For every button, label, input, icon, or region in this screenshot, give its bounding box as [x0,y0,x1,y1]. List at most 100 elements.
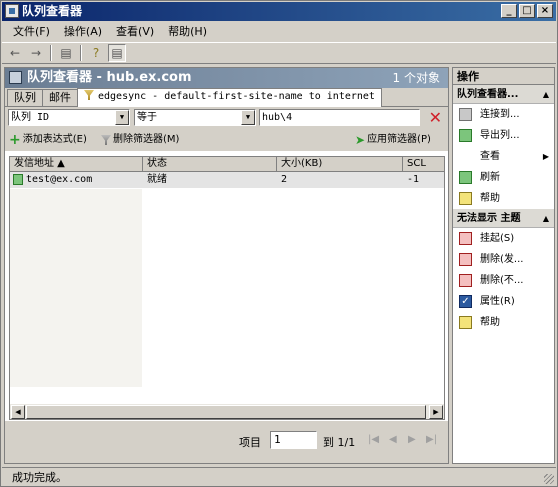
close-button[interactable]: × [537,4,553,18]
actions-section-queue-viewer[interactable]: 队列查看器... ▲ [453,85,554,104]
submenu-arrow-icon: ▶ [542,152,549,161]
back-icon[interactable]: ← [6,44,24,62]
chevron-down-icon[interactable]: ▼ [241,110,255,125]
maximize-button[interactable]: □ [519,4,535,18]
window-title: 队列查看器 [22,4,83,18]
menu-help[interactable]: 帮助(H) [161,23,214,40]
filter-actions-bar: + 添加表达式(E) 删除筛选器(M) ➤ 应用筛选器(P) [5,129,448,151]
help-icon[interactable]: ? [87,44,105,62]
scroll-thumb[interactable] [26,405,426,419]
first-page-icon[interactable]: |◀ [368,434,379,445]
forward-icon[interactable]: → [27,44,45,62]
object-count: 1 个对象 [392,71,440,85]
app-icon [5,4,19,18]
pager: 项目 1 到 1/1 |◀ ◀ ▶ ▶| [5,421,448,463]
tab-messages[interactable]: 邮件 [42,89,78,106]
apply-filter-icon: ➤ [355,133,366,147]
remove-filter-label: 删除筛选器(M) [113,134,180,145]
collapse-icon[interactable]: ▲ [543,85,549,104]
apply-filter-button[interactable]: ➤ 应用筛选器(P) [355,132,431,148]
menu-action[interactable]: 操作(A) [57,23,109,40]
filter-operator-select[interactable]: 等于 ▼ [134,109,256,126]
cell-scl: -1 [407,174,420,185]
column-status[interactable]: 状态 [143,157,277,171]
filter-icon [84,90,94,100]
actions-title: 操作 [453,68,554,85]
refresh-icon [459,171,472,184]
menu-bar: 文件(F) 操作(A) 查看(V) 帮助(H) [2,22,556,41]
scroll-left-icon[interactable]: ◀ [11,405,25,419]
column-size[interactable]: 大小(KB) [277,157,403,171]
action-remove-with-ndr[interactable]: 删除(发... [453,249,554,270]
message-icon [13,174,23,185]
action-help-2[interactable]: 帮助 [453,312,554,333]
actions-pane: 操作 队列查看器... ▲ 连接到... 导出列... 查看 ▶ 刷新 帮助 无法显… [452,67,555,464]
action-export-list[interactable]: 导出列... [453,125,554,146]
suspend-icon [459,232,472,245]
action-connect[interactable]: 连接到... [453,104,554,125]
toolbar-separator [50,45,52,61]
minimize-button[interactable]: _ [501,4,517,18]
status-bar: 成功完成。 [2,467,556,486]
connect-icon [459,108,472,121]
apply-filter-label: 应用筛选器(P) [367,134,431,145]
horizontal-scrollbar[interactable]: ◀ ▶ [10,403,444,419]
status-text: 成功完成。 [12,471,67,484]
tab-edgesync-label: edgesync - default-first-site-name to in… [98,91,375,102]
help-icon [459,316,472,329]
export-icon [459,129,472,142]
view-icon [459,150,472,163]
last-page-icon[interactable]: ▶| [426,434,437,445]
main-pane: 队列查看器 - hub.ex.com 1 个对象 队列 邮件 edgesync … [4,67,449,464]
next-page-icon[interactable]: ▶ [408,434,416,445]
action-view[interactable]: 查看 ▶ [453,146,554,167]
column-scl[interactable]: SCL [403,157,444,171]
clear-filter-icon[interactable]: ✕ [429,109,442,126]
remove-filter-icon [101,135,111,145]
menu-file[interactable]: 文件(F) [6,23,57,40]
action-suspend[interactable]: 挂起(S) [453,228,554,249]
column-from[interactable]: 发信地址 ▲ [10,157,143,171]
queue-viewer-window: 队列查看器 _ □ × 文件(F) 操作(A) 查看(V) 帮助(H) ← → … [0,0,558,487]
page-input[interactable]: 1 [270,431,317,449]
pane-title: 队列查看器 - hub.ex.com [27,70,192,85]
filter-bar: 队列 ID ▼ 等于 ▼ hub\4 ✕ [5,107,448,129]
help-icon [459,192,472,205]
filter-field-select[interactable]: 队列 ID ▼ [8,109,130,126]
tab-queues[interactable]: 队列 [7,89,43,106]
add-expression-label: 添加表达式(E) [22,134,87,145]
scroll-right-icon[interactable]: ▶ [429,405,443,419]
grid-header: 发信地址 ▲ 状态 大小(KB) SCL [10,157,444,172]
message-grid: 发信地址 ▲ 状态 大小(KB) SCL test@ex.com 就绪 2 -1… [9,156,445,420]
menu-view[interactable]: 查看(V) [109,23,161,40]
title-bar: 队列查看器 _ □ × [2,2,556,21]
cell-size: 2 [281,174,288,185]
console-tree-icon[interactable]: ▤ [57,44,75,62]
table-row[interactable]: test@ex.com 就绪 2 -1 [10,172,444,188]
queue-viewer-icon [9,71,22,84]
action-help[interactable]: 帮助 [453,188,554,209]
cell-from: test@ex.com [26,174,93,185]
resize-grip-icon[interactable] [544,474,554,484]
pane-header: 队列查看器 - hub.ex.com 1 个对象 [5,68,448,88]
tab-strip: 队列 邮件 edgesync - default-first-site-name… [5,88,448,107]
filter-field-value: 队列 ID [11,112,50,123]
action-pane-icon[interactable]: ▤ [108,44,126,62]
remove-icon [459,274,472,287]
action-properties[interactable]: ✓ 属性(R) [453,291,554,312]
remove-icon [459,253,472,266]
collapse-icon[interactable]: ▲ [543,209,549,228]
remove-filter-button[interactable]: 删除筛选器(M) [101,132,179,148]
action-remove-without-ndr[interactable]: 删除(不... [453,270,554,291]
sorted-column-shade [10,189,142,387]
toolbar: ← → ▤ ? ▤ [2,42,556,64]
add-expression-button[interactable]: + 添加表达式(E) [9,132,87,148]
filter-operator-value: 等于 [137,112,157,123]
actions-section-message[interactable]: 无法显示 主题 ▲ [453,209,554,228]
filter-value-input[interactable]: hub\4 [259,109,420,126]
tab-edgesync-filter[interactable]: edgesync - default-first-site-name to in… [77,88,382,107]
chevron-down-icon[interactable]: ▼ [115,110,129,125]
prev-page-icon[interactable]: ◀ [389,434,397,445]
action-refresh[interactable]: 刷新 [453,167,554,188]
cell-status: 就绪 [147,174,167,185]
